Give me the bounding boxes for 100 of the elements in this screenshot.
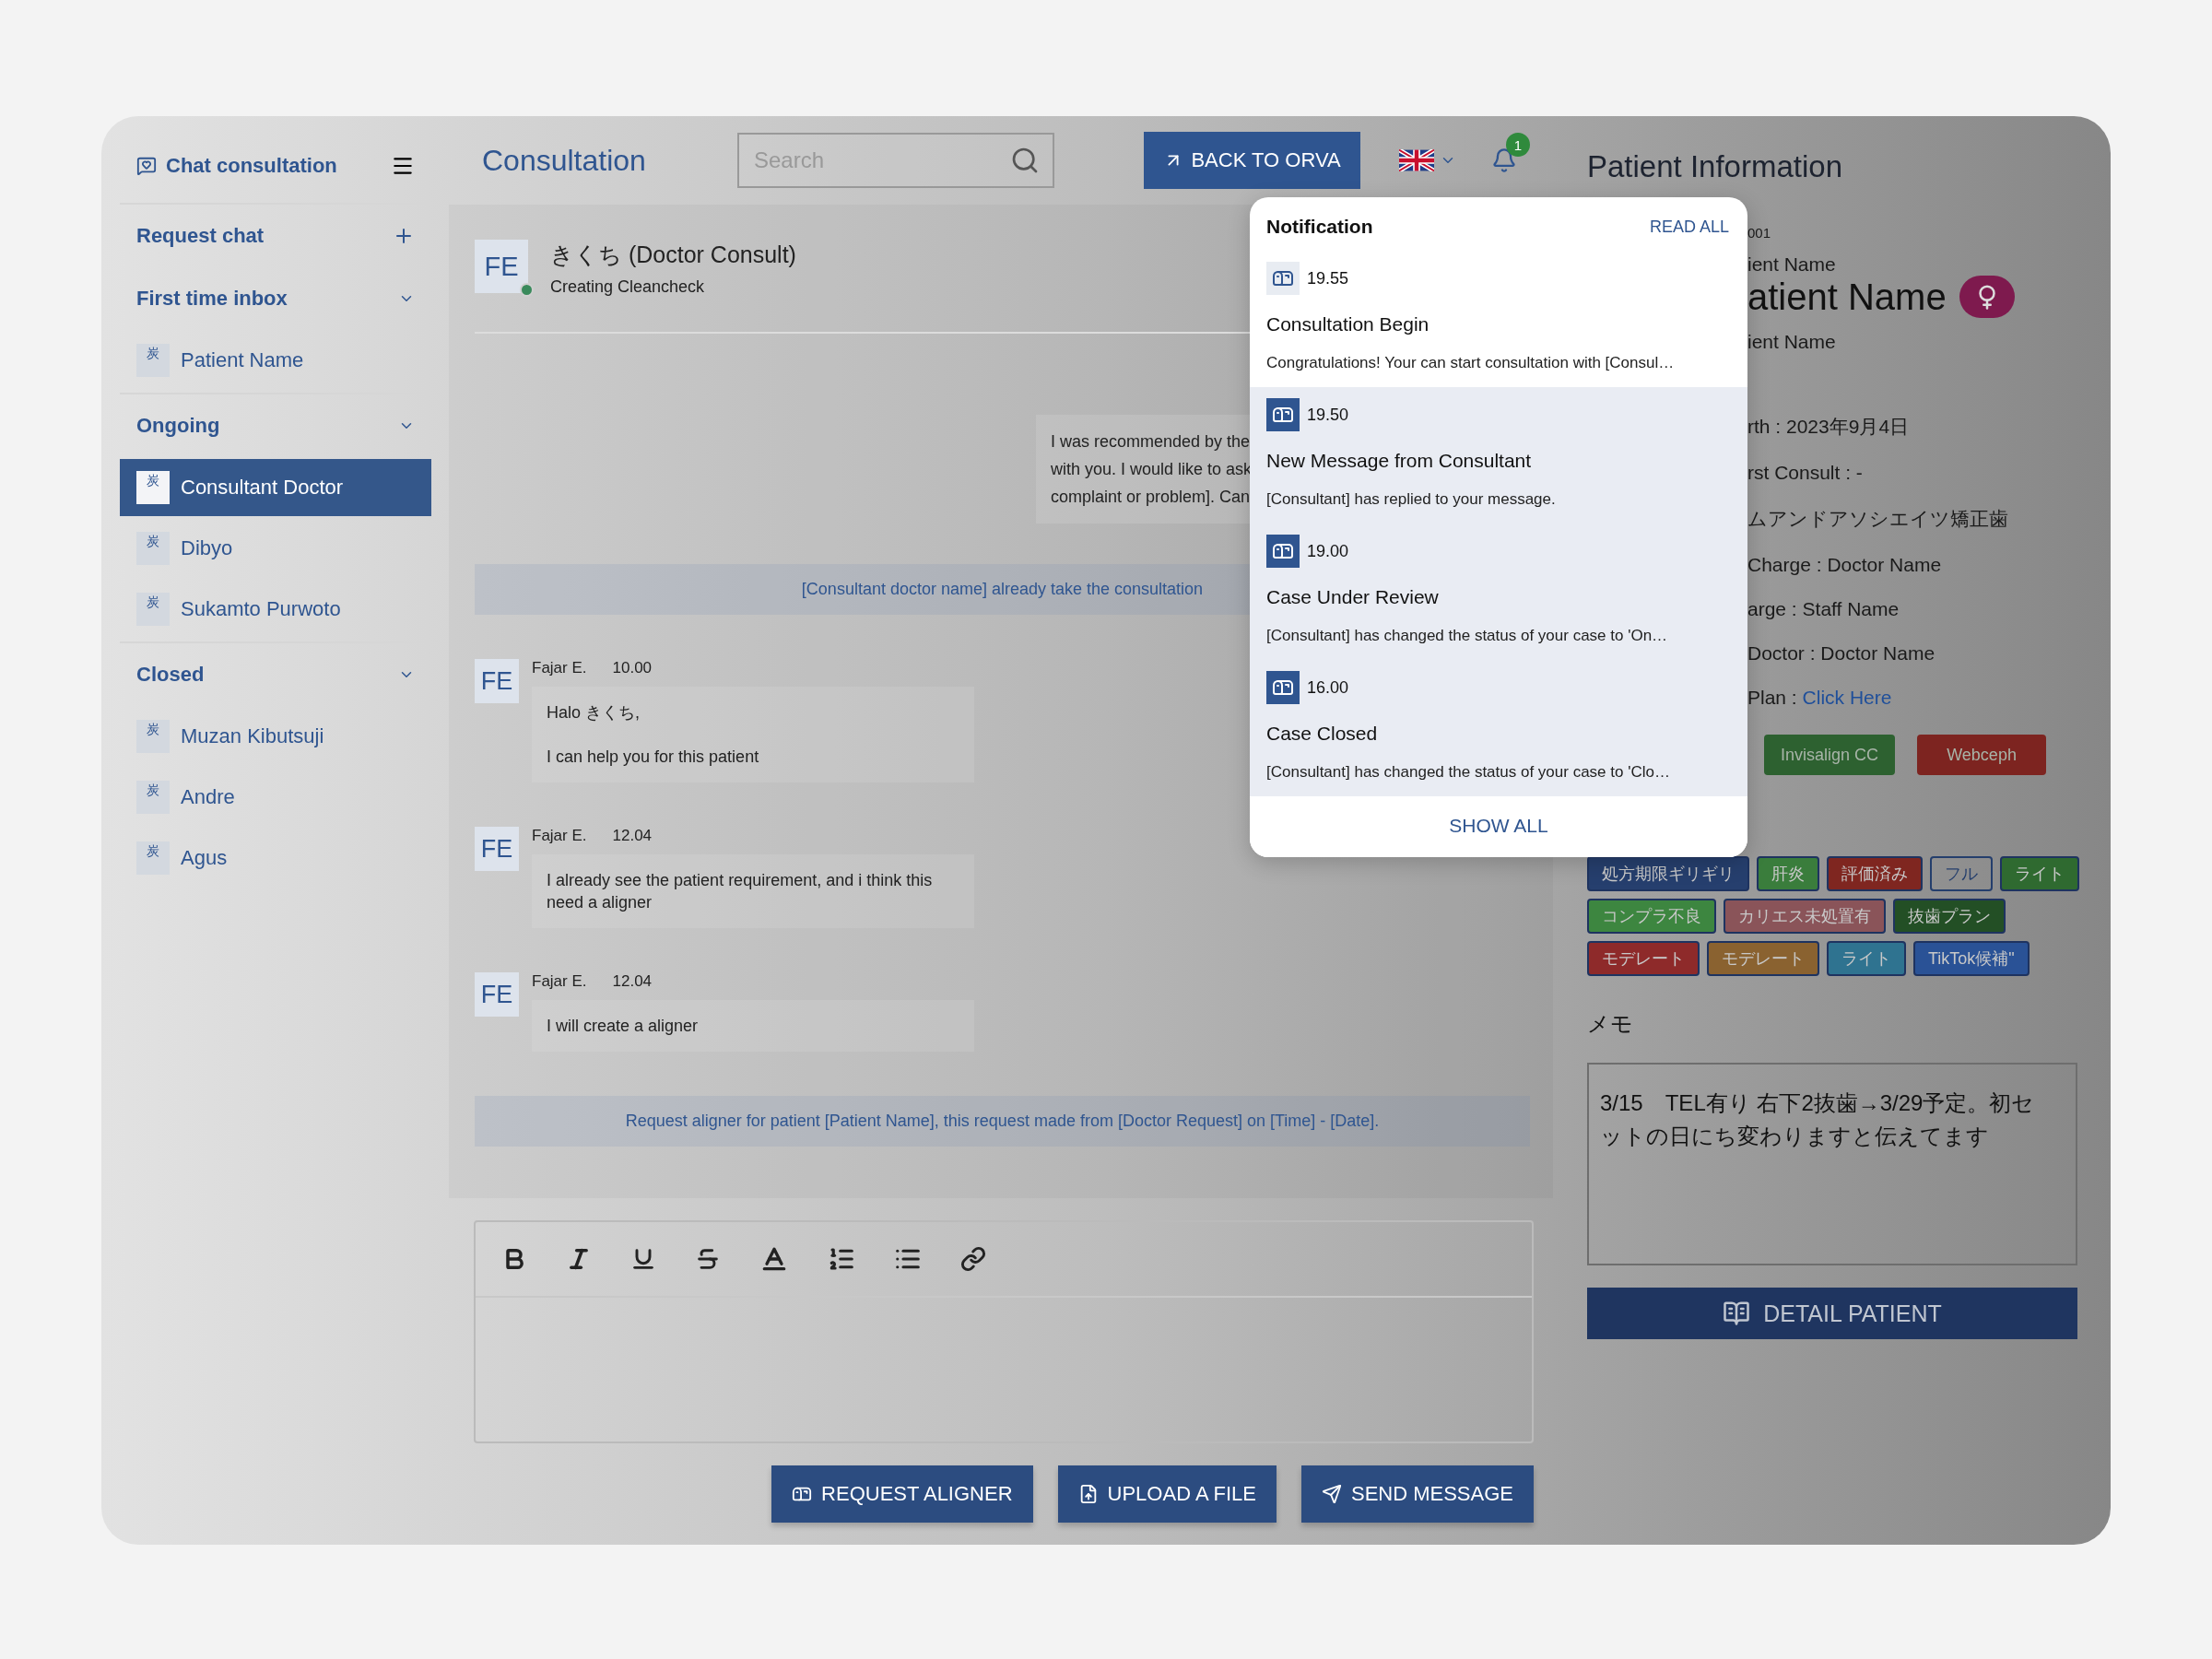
strikethrough-icon[interactable]: [695, 1246, 721, 1272]
patient-id: 001: [1747, 225, 1772, 241]
action-button[interactable]: SEND MESSAGE: [1300, 1465, 1534, 1523]
show-all-link[interactable]: SHOW ALL: [1250, 796, 1747, 857]
numbered-list-icon[interactable]: [828, 1245, 855, 1273]
message-time: 12.04: [612, 827, 653, 845]
avatar: 炭: [136, 720, 170, 753]
contact-subtitle: Creating Cleancheck: [550, 277, 706, 297]
notification-title: Consultation Begin: [1266, 313, 1430, 335]
patient-name: ient Name: [1747, 331, 1837, 353]
notification-title: Case Under Review: [1266, 586, 1440, 608]
contact-name: Muzan Kibutsuji: [181, 724, 324, 748]
chat-list-item[interactable]: 炭 Consultant Doctor: [120, 459, 431, 516]
detail-patient-button[interactable]: DETAIL PATIENT: [1587, 1288, 2077, 1339]
detail-text: rst Consult : -: [1747, 462, 1864, 484]
sender-name: Fajar E.: [532, 659, 587, 677]
mailbox-icon: [1266, 671, 1300, 704]
tag: モデレート: [1707, 941, 1819, 976]
action-button[interactable]: UPLOAD A FILE: [1057, 1465, 1277, 1523]
underline-icon[interactable]: [630, 1246, 656, 1272]
notification-time: 19.50: [1307, 405, 1349, 425]
notification-badge: 1: [1506, 133, 1530, 157]
notification-item[interactable]: 19.55 Consultation Begin Congratulations! Your can start consultation with [Consul…: [1250, 251, 1747, 387]
mailbox-icon: [1266, 398, 1300, 431]
chat-list-item[interactable]: 炭 Muzan Kibutsuji: [120, 708, 431, 765]
message-bubble: I will create a aligner: [532, 1000, 974, 1052]
message-time: 10.00: [612, 659, 653, 677]
notification-bell-icon[interactable]: [1491, 147, 1517, 173]
message-bubble: I already see the patient requirement, and i think this need a aligner: [532, 854, 974, 928]
contact-name: Dibyo: [181, 536, 233, 560]
tag: 肝炎: [1757, 856, 1819, 891]
contact-name: Agus: [181, 846, 228, 870]
notification-text: [Consultant] has changed the status of your case to 'On…: [1266, 627, 1669, 645]
detail-label: Plan :: [1747, 687, 1798, 708]
back-button[interactable]: BACK TO ORVA: [1144, 132, 1360, 189]
send-icon: [1321, 1484, 1342, 1504]
tag: 処方期限ギリギリ: [1587, 856, 1749, 891]
avatar: 炭: [136, 593, 170, 626]
action-button[interactable]: REQUEST ALIGNER: [771, 1465, 1033, 1523]
patient-name: atient Name: [1747, 276, 1947, 318]
message-bubble: I was recommended by the with you. I would like to ask complaint or problem]. Can: [1035, 415, 1252, 524]
page-title: Consultation: [482, 143, 647, 178]
chat-icon: [136, 156, 157, 176]
avatar: 炭: [136, 841, 170, 875]
avatar: FE: [475, 827, 519, 871]
chat-list-item[interactable]: 炭 Sukamto Purwoto: [120, 581, 431, 638]
section-title[interactable]: First time inbox: [136, 287, 288, 311]
notification-time: 19.55: [1307, 268, 1349, 288]
tag: TikTok候補": [1913, 941, 2030, 976]
read-all-link[interactable]: READ ALL: [1649, 217, 1729, 237]
panel-title: Patient Information: [1587, 149, 1843, 184]
memo-label: メモ: [1587, 1010, 1634, 1038]
section-title[interactable]: Request chat: [136, 224, 265, 248]
notification-title: New Message from Consultant: [1266, 450, 1533, 472]
contact-name: Andre: [181, 785, 235, 809]
mailbox-icon: [1266, 535, 1300, 568]
tag: モデレート: [1587, 941, 1700, 976]
section-title[interactable]: Closed: [136, 663, 205, 687]
tag: 抜歯プラン: [1893, 899, 2006, 934]
memo-field[interactable]: 3/15 TEL有り 右下2抜歯→3/29予定。初セットの日にち変わりますと伝えてます: [1587, 1063, 2077, 1265]
notification-text: Congratulations! Your can start consultation with [Consul…: [1266, 354, 1676, 372]
avatar: 炭: [136, 344, 170, 377]
sender-name: Fajar E.: [532, 827, 587, 845]
uk-flag-icon[interactable]: [1399, 149, 1434, 171]
detail-text: rth : 2023年9月4日: [1747, 415, 1911, 439]
chat-list-item[interactable]: 炭 Patient Name: [120, 332, 431, 389]
tag: ライト: [2000, 856, 2079, 891]
detail-text: ムアンドアソシエイツ矯正歯: [1747, 507, 2009, 531]
notification-text: [Consultant] has changed the status of your case to 'Clo…: [1266, 763, 1671, 782]
chat-list-item[interactable]: 炭 Andre: [120, 769, 431, 826]
tag: 評価済み: [1827, 856, 1923, 891]
message-bubble: Halo きくち, I can help you for this patient: [532, 687, 974, 782]
detail-text: arge : Staff Name: [1747, 598, 1900, 620]
notification-item[interactable]: 16.00 Case Closed [Consultant] has changed the status of your case to 'Clo…: [1250, 660, 1747, 796]
tag: コンプラ不良: [1587, 899, 1716, 934]
avatar: 炭: [136, 532, 170, 565]
notification-time: 16.00: [1307, 677, 1349, 698]
mailbox-icon: [1266, 262, 1300, 295]
section-title[interactable]: Ongoing: [136, 414, 220, 438]
notification-item[interactable]: 19.00 Case Under Review [Consultant] has changed the status of your case to 'On…: [1250, 524, 1747, 660]
chat-list-item[interactable]: 炭 Agus: [120, 830, 431, 887]
search-icon[interactable]: [1010, 146, 1040, 175]
contact-name: きくち (Doctor Consult): [550, 241, 796, 269]
book-icon: [1723, 1300, 1751, 1327]
avatar: 炭: [136, 781, 170, 814]
tag: カリエス未処置有: [1724, 899, 1886, 934]
notification-title: Case Closed: [1266, 723, 1379, 745]
system-message: Request aligner for patient [Patient Name], this request made from [Doctor Request] on [Time] - [Date].: [475, 1096, 1530, 1147]
avatar: FE: [475, 659, 519, 703]
popup-title: Notification: [1266, 216, 1373, 238]
chat-list-item[interactable]: 炭 Dibyo: [120, 520, 431, 577]
notification-item[interactable]: 19.50 New Message from Consultant [Consultant] has replied to your message.: [1250, 387, 1747, 524]
contact-name: Patient Name: [181, 348, 304, 372]
message-time: 12.04: [612, 972, 653, 991]
contact-name: Sukamto Purwoto: [181, 597, 341, 621]
detail-text: Doctor : Doctor Name: [1747, 642, 1936, 665]
tag: フル: [1930, 856, 1993, 891]
notification-time: 19.00: [1307, 541, 1349, 561]
link-icon[interactable]: [960, 1246, 986, 1272]
tool-button[interactable]: Webceph: [1917, 735, 2047, 775]
